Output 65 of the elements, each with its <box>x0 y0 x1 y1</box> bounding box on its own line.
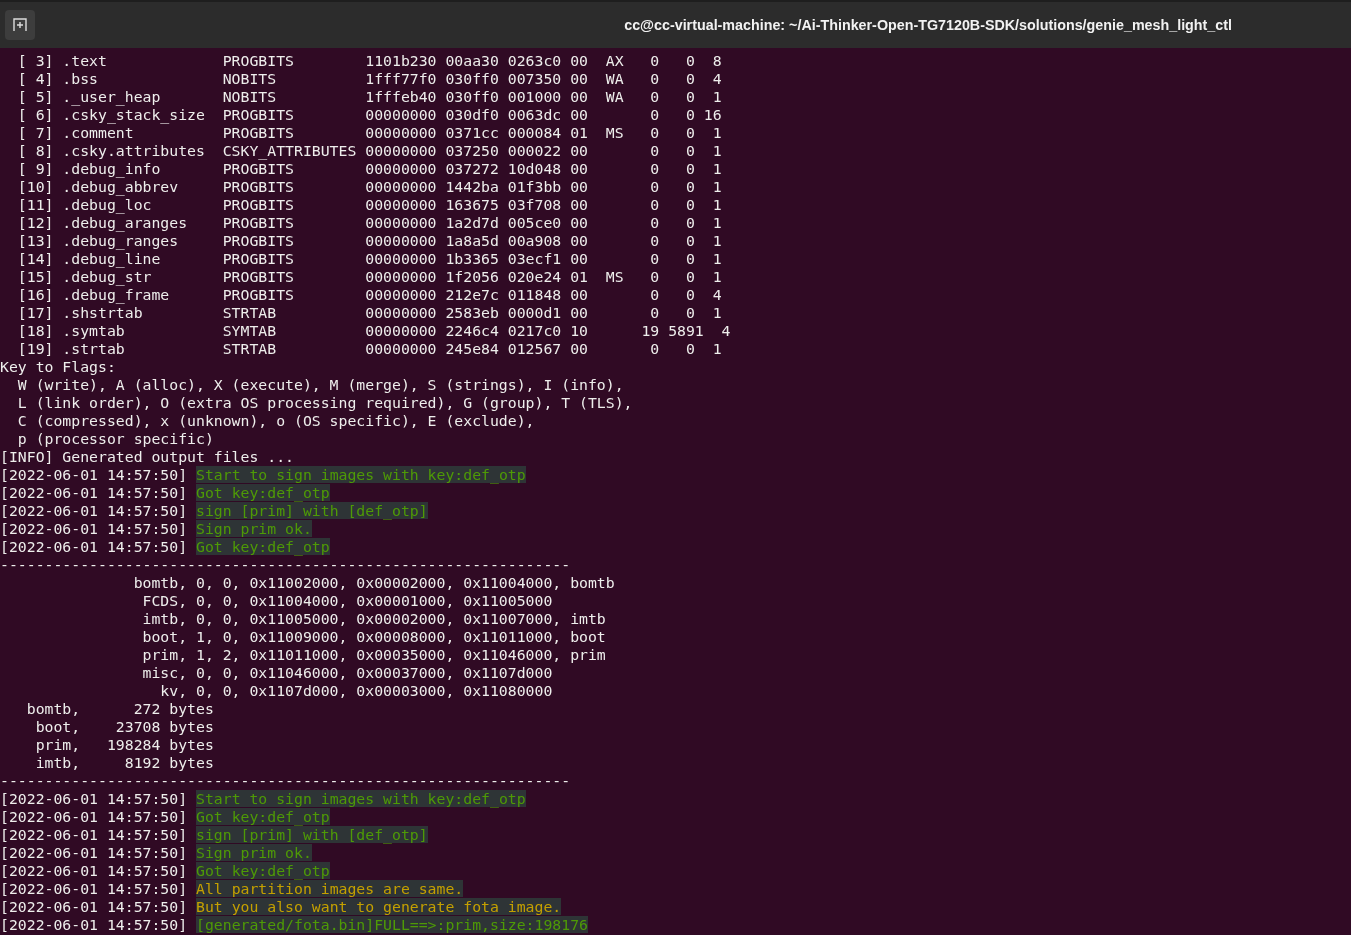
output-line: [ 3] .text PROGBITS 1101b230 00aa30 0263c0 00 AX 0 0 8 <box>16 52 722 69</box>
output-line: ---------------------------------------------------------------- <box>0 556 571 573</box>
output-line: Key to Flags: <box>0 358 116 375</box>
log-message: All partition images are same. <box>196 880 464 897</box>
log-timestamp: [2022-06-01 14:57:50] <box>0 502 188 519</box>
output-line: [13] .debug_ranges PROGBITS 00000000 1a8a5d 00a908 00 0 0 1 <box>16 232 722 249</box>
log-message: Start to sign images with key:def_otp <box>196 790 526 807</box>
output-line: [ 7] .comment PROGBITS 00000000 0371cc 000084 01 MS 0 0 1 <box>16 124 722 141</box>
output-line: [14] .debug_line PROGBITS 00000000 1b3365 03ecf1 00 0 0 1 <box>16 250 722 267</box>
log-timestamp: [2022-06-01 14:57:50] <box>0 862 188 879</box>
log-timestamp: [2022-06-01 14:57:50] <box>0 844 188 861</box>
log-message: Got key:def_otp <box>196 808 330 825</box>
output-line: [17] .shstrtab STRTAB 00000000 2583eb 0000d1 00 0 0 1 <box>16 304 722 321</box>
log-timestamp: [2022-06-01 14:57:50] <box>0 808 188 825</box>
log-message: Start to sign images with key:def_otp <box>196 466 526 483</box>
log-timestamp: [2022-06-01 14:57:50] <box>0 790 188 807</box>
output-line: [16] .debug_frame PROGBITS 00000000 212e7c 011848 00 0 0 4 <box>16 286 722 303</box>
log-message: Sign prim ok. <box>196 844 312 861</box>
log-message: Got key:def_otp <box>196 862 330 879</box>
log-message: Got key:def_otp <box>196 484 330 501</box>
output-line: [ 6] .csky_stack_size PROGBITS 00000000 030df0 0063dc 00 0 0 16 <box>16 106 722 123</box>
output-line: [ 8] .csky.attributes CSKY_ATTRIBUTES 00000000 037250 000022 00 0 0 1 <box>16 142 722 159</box>
log-message: [generated/fota.bin]FULL==>:prim,size:198176 <box>196 916 588 933</box>
output-line: imtb, 8192 bytes <box>34 754 214 771</box>
log-timestamp: [2022-06-01 14:57:50] <box>0 520 188 537</box>
log-timestamp: [2022-06-01 14:57:50] <box>0 916 188 933</box>
log-timestamp: [2022-06-01 14:57:50] <box>0 898 188 915</box>
output-line: [18] .symtab SYMTAB 00000000 2246c4 0217c0 10 19 5891 4 <box>16 322 731 339</box>
output-line: L (link order), O (extra OS processing required), G (group), T (TLS), <box>16 394 633 411</box>
output-line: kv, 0, 0, 0x1107d000, 0x00003000, 0x11080000 <box>159 682 553 699</box>
output-line: boot, 23708 bytes <box>34 718 214 735</box>
output-line: p (processor specific) <box>16 430 214 447</box>
output-line: prim, 198284 bytes <box>34 736 214 753</box>
output-line: W (write), A (alloc), X (execute), M (merge), S (strings), I (info), <box>16 376 624 393</box>
log-message: But you also want to generate fota image. <box>196 898 562 915</box>
new-tab-icon <box>12 17 28 33</box>
log-message: sign [prim] with [def_otp] <box>196 826 428 843</box>
output-line: [ 9] .debug_info PROGBITS 00000000 037272 10d048 00 0 0 1 <box>16 160 722 177</box>
output-line: [ 4] .bss NOBITS 1fff77f0 030ff0 007350 00 WA 0 0 4 <box>16 70 722 87</box>
output-line: [15] .debug_str PROGBITS 00000000 1f2056 020e24 01 MS 0 0 1 <box>16 268 722 285</box>
log-timestamp: [2022-06-01 14:57:50] <box>0 466 188 483</box>
output-line: [12] .debug_aranges PROGBITS 00000000 1a2d7d 005ce0 00 0 0 1 <box>16 214 722 231</box>
output-line: misc, 0, 0, 0x11046000, 0x00037000, 0x1107d000 <box>141 664 553 681</box>
output-line: C (compressed), x (unknown), o (OS specific), E (exclude), <box>16 412 535 429</box>
output-line: ---------------------------------------------------------------- <box>0 772 571 789</box>
output-line: [10] .debug_abbrev PROGBITS 00000000 1442ba 01f3bb 00 0 0 1 <box>16 178 722 195</box>
output-line: bomtb, 0, 0, 0x11002000, 0x00002000, 0x11004000, bomtb <box>132 574 615 591</box>
output-line: [11] .debug_loc PROGBITS 00000000 163675 03f708 00 0 0 1 <box>16 196 722 213</box>
output-line: bomtb, 272 bytes <box>25 700 214 717</box>
new-tab-button[interactable] <box>5 10 35 40</box>
output-line: imtb, 0, 0, 0x11005000, 0x00002000, 0x11007000, imtb <box>141 610 606 627</box>
output-line: [ 5] ._user_heap NOBITS 1fffeb40 030ff0 001000 00 WA 0 0 1 <box>16 88 722 105</box>
output-line: boot, 1, 0, 0x11009000, 0x00008000, 0x11011000, boot <box>141 628 606 645</box>
output-line: [INFO] Generated output files ... <box>0 448 294 465</box>
window-title: cc@cc-virtual-machine: ~/Ai-Thinker-Open-TG7120B-SDK/solutions/genie_mesh_light_ctl <box>624 17 1232 33</box>
log-timestamp: [2022-06-01 14:57:50] <box>0 826 188 843</box>
log-message: sign [prim] with [def_otp] <box>196 502 428 519</box>
log-message: Sign prim ok. <box>196 520 312 537</box>
output-line: prim, 1, 2, 0x11011000, 0x00035000, 0x11046000, prim <box>141 646 606 663</box>
log-timestamp: [2022-06-01 14:57:50] <box>0 484 188 501</box>
log-timestamp: [2022-06-01 14:57:50] <box>0 880 188 897</box>
log-message: Got key:def_otp <box>196 538 330 555</box>
log-timestamp: [2022-06-01 14:57:50] <box>0 538 188 555</box>
output-line: FCDS, 0, 0, 0x11004000, 0x00001000, 0x11005000 <box>141 592 553 609</box>
output-line: [19] .strtab STRTAB 00000000 245e84 012567 00 0 0 1 <box>16 340 722 357</box>
